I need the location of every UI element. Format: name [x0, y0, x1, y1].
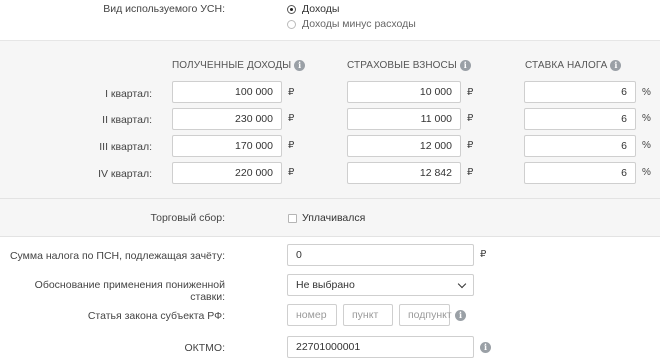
radio-income[interactable]: Доходы	[287, 3, 339, 15]
trade-fee-section: Торговый сбор: Уплачивался	[0, 198, 660, 236]
percent-symbol: %	[642, 87, 651, 98]
info-icon[interactable]: i	[480, 342, 491, 353]
trade-fee-label: Торговый сбор:	[150, 212, 225, 224]
quarter-label: I квартал:	[105, 88, 152, 100]
quarters-section: ПОЛУЧЕННЫЕ ДОХОДЫ i СТРАХОВЫЕ ВЗНОСЫ i С…	[0, 40, 660, 198]
rate-input[interactable]: 6	[524, 162, 636, 184]
currency-symbol: ₽	[288, 113, 295, 124]
income-header-label: ПОЛУЧЕННЫЕ ДОХОДЫ	[172, 60, 292, 71]
usn-type-section: Вид используемого УСН: Доходы Доходы мин…	[0, 0, 660, 40]
currency-symbol: ₽	[467, 113, 474, 124]
radio-icon[interactable]	[287, 19, 296, 29]
quarter-label: II квартал:	[102, 114, 152, 126]
currency-symbol: ₽	[288, 167, 295, 178]
percent-symbol: %	[642, 113, 651, 124]
income-input[interactable]: 170 000	[172, 135, 282, 157]
law-article-label: Статья закона субъекта РФ:	[87, 310, 225, 322]
quarter-label: IV квартал:	[98, 168, 152, 180]
currency-symbol: ₽	[467, 140, 474, 151]
currency-symbol: ₽	[480, 249, 487, 260]
oktmo-input[interactable]: 22701000001	[287, 336, 474, 358]
currency-symbol: ₽	[288, 140, 295, 151]
rate-input[interactable]: 6	[524, 108, 636, 130]
radio-income-minus-expenses[interactable]: Доходы минус расходы	[287, 18, 416, 30]
law-subpoint-input[interactable]: подпункт	[399, 304, 452, 326]
rate-input[interactable]: 6	[524, 135, 636, 157]
law-point-input[interactable]: пункт	[343, 304, 393, 326]
currency-symbol: ₽	[467, 167, 474, 178]
contributions-input[interactable]: 12 842	[347, 162, 461, 184]
reduced-rate-select[interactable]: Не выбрано	[287, 274, 474, 296]
percent-symbol: %	[642, 140, 651, 151]
oktmo-label: ОКТМО:	[184, 342, 225, 354]
radio-income-label: Доходы	[302, 3, 340, 15]
rate-header: СТАВКА НАЛОГА i	[525, 60, 622, 71]
income-input[interactable]: 230 000	[172, 108, 282, 130]
percent-symbol: %	[642, 167, 651, 178]
radio-income-minus-expenses-label: Доходы минус расходы	[302, 18, 416, 30]
checkbox-icon[interactable]	[288, 213, 297, 223]
reduced-rate-selected: Не выбрано	[296, 279, 355, 291]
info-icon[interactable]: i	[610, 60, 622, 71]
contributions-input[interactable]: 11 000	[347, 108, 461, 130]
contributions-header: СТРАХОВЫЕ ВЗНОСЫ i	[347, 60, 471, 71]
rate-input[interactable]: 6	[524, 81, 636, 103]
rate-header-label: СТАВКА НАЛОГА	[525, 60, 608, 71]
chevron-down-icon[interactable]	[457, 279, 467, 288]
psn-input[interactable]: 0	[287, 244, 474, 266]
trade-fee-checkbox[interactable]: Уплачивался	[288, 212, 365, 224]
trade-fee-checkbox-label: Уплачивался	[302, 212, 366, 224]
usn-type-label: Вид используемого УСН:	[103, 3, 225, 15]
info-icon[interactable]: i	[459, 60, 471, 71]
tax-details-section: Сумма налога по ПСН, подлежащая зачёту: …	[0, 236, 660, 364]
contributions-input[interactable]: 10 000	[347, 81, 461, 103]
contributions-input[interactable]: 12 000	[347, 135, 461, 157]
income-header: ПОЛУЧЕННЫЕ ДОХОДЫ i	[172, 60, 306, 71]
currency-symbol: ₽	[288, 87, 295, 98]
quarter-label: III квартал:	[99, 141, 152, 153]
contributions-header-label: СТРАХОВЫЕ ВЗНОСЫ	[347, 60, 457, 71]
income-input[interactable]: 220 000	[172, 162, 282, 184]
radio-icon[interactable]	[287, 4, 296, 14]
income-input[interactable]: 100 000	[172, 81, 282, 103]
law-number-input[interactable]: номер	[287, 304, 337, 326]
reduced-rate-label: Обоснование применения пониженной ставки…	[34, 279, 225, 303]
info-icon[interactable]: i	[294, 60, 306, 71]
info-icon[interactable]: i	[455, 310, 466, 321]
psn-label: Сумма налога по ПСН, подлежащая зачёту:	[9, 250, 225, 262]
currency-symbol: ₽	[467, 87, 474, 98]
